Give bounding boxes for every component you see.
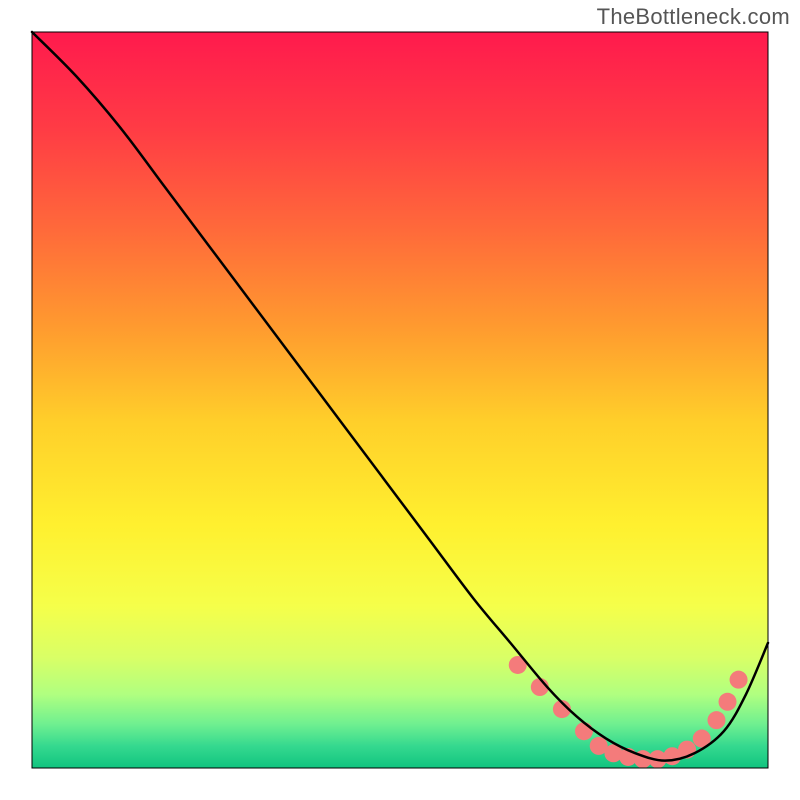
chart-container: TheBottleneck.com: [0, 0, 800, 800]
valley-marker: [719, 693, 737, 711]
chart-svg: [0, 0, 800, 800]
valley-marker: [575, 722, 593, 740]
valley-marker: [707, 711, 725, 729]
watermark-text: TheBottleneck.com: [597, 4, 790, 30]
valley-marker: [730, 671, 748, 689]
plot-background: [32, 32, 768, 768]
